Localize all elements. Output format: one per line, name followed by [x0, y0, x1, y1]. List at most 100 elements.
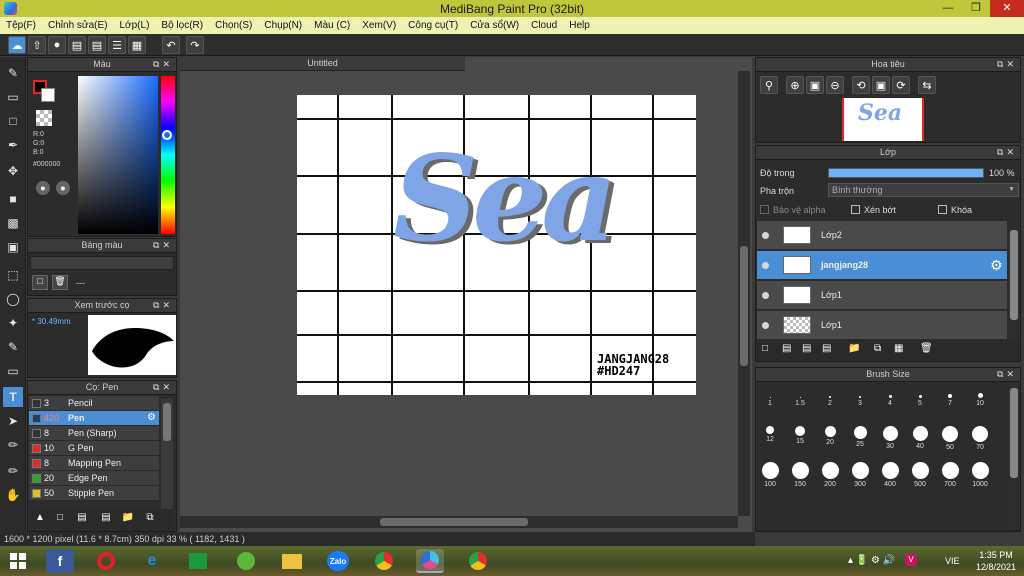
actual-size-icon[interactable]: ▣: [806, 76, 824, 94]
brush-item[interactable]: 8 Mapping Pen: [29, 456, 159, 471]
new-8bit-layer-icon[interactable]: ▤: [802, 343, 811, 354]
bucket-tool-icon[interactable]: ▩: [3, 213, 23, 233]
hue-slider-handle[interactable]: [162, 130, 172, 140]
comment-icon[interactable]: ●: [48, 36, 66, 54]
brush-settings-icon[interactable]: ▤: [98, 512, 114, 526]
palette-icon[interactable]: ●: [36, 181, 50, 195]
list-icon[interactable]: ☰: [108, 36, 126, 54]
app-icon-green[interactable]: [232, 549, 260, 573]
brush-list-scrollbar[interactable]: [161, 399, 173, 509]
menu-tools[interactable]: Công cụ(T): [408, 20, 458, 31]
file-explorer-icon[interactable]: [278, 549, 306, 573]
eraser-tool-icon[interactable]: ▭: [3, 87, 23, 107]
brush-size-option[interactable]: 2: [816, 396, 844, 407]
hand-tool-icon[interactable]: ✋: [3, 485, 23, 505]
brush-size-option[interactable]: 5: [906, 395, 934, 407]
panel-close-icon[interactable]: ⧉✕: [153, 381, 173, 394]
menu-color[interactable]: Màu (C): [314, 20, 350, 31]
gradient-tool-icon[interactable]: ▣: [3, 237, 23, 257]
layer-row[interactable]: Lớp2: [757, 221, 1007, 250]
opera-icon[interactable]: [92, 549, 120, 573]
panel-close-icon[interactable]: ⧉✕: [997, 146, 1017, 159]
brush-size-option[interactable]: 30: [876, 426, 904, 450]
input-language[interactable]: VIE: [945, 556, 960, 566]
brush-size-option[interactable]: 500: [906, 462, 934, 488]
brush-size-option[interactable]: 40: [906, 426, 934, 450]
menu-snap[interactable]: Chụp(N): [264, 20, 302, 31]
zoom-out-icon[interactable]: ⊖: [826, 76, 844, 94]
menu-help[interactable]: Help: [569, 20, 590, 31]
palette-selector[interactable]: [30, 256, 174, 270]
brush-size-option[interactable]: 1: [756, 397, 784, 407]
layer-row[interactable]: Lớp1: [757, 311, 1007, 340]
drawing-canvas[interactable]: Sea JANGJANG28 #HD247: [297, 95, 696, 395]
opacity-slider[interactable]: [828, 168, 984, 178]
menu-select[interactable]: Chọn(S): [215, 20, 252, 31]
layer-row-selected[interactable]: jangjang28 ⚙: [757, 251, 1007, 280]
magic-wand-icon[interactable]: ✦: [3, 313, 23, 333]
brush-size-option[interactable]: 25: [846, 426, 874, 448]
brush-size-option[interactable]: 1000: [966, 462, 994, 488]
brush-item[interactable]: 3 Pencil: [29, 396, 159, 411]
palette-add-icon[interactable]: ●: [56, 181, 70, 195]
fit-window-icon[interactable]: ▣: [872, 76, 890, 94]
close-icon[interactable]: ✕: [990, 0, 1024, 17]
clipping-checkbox[interactable]: [851, 205, 860, 214]
new-layer-icon[interactable]: □: [762, 343, 768, 354]
operation-tool-icon[interactable]: ➤: [3, 411, 23, 431]
edge-icon[interactable]: e: [138, 549, 166, 573]
transparent-swatch[interactable]: [36, 110, 52, 126]
document-tab[interactable]: Untitled: [180, 57, 465, 71]
rotate-left-icon[interactable]: ⟲: [852, 76, 870, 94]
panel-close-icon[interactable]: ⧉✕: [153, 239, 173, 252]
brush-size-option[interactable]: 4: [876, 395, 904, 407]
zoom-fit-icon[interactable]: ⚲: [760, 76, 778, 94]
eye-icon[interactable]: [762, 262, 769, 269]
new-halftone-layer-icon[interactable]: ▤: [782, 343, 791, 354]
grid-icon[interactable]: ▦: [128, 36, 146, 54]
brush-item[interactable]: 10 G Pen: [29, 441, 159, 456]
brush-size-option[interactable]: 20: [816, 426, 844, 446]
hue-slider[interactable]: [161, 76, 175, 234]
canvas-horizontal-scrollbar[interactable]: [180, 516, 738, 528]
brush-size-option[interactable]: 700: [936, 462, 964, 488]
trash-icon[interactable]: 🗑: [920, 343, 933, 354]
rectangle-tool-icon[interactable]: □: [3, 111, 23, 131]
divide-tool-icon[interactable]: ✏: [3, 461, 23, 481]
layer-row[interactable]: Lớp1: [757, 281, 1007, 310]
rotate-right-icon[interactable]: ⟳: [892, 76, 910, 94]
chrome-icon[interactable]: [370, 549, 398, 573]
new-palette-icon[interactable]: □: [32, 275, 48, 290]
chrome-profile-icon[interactable]: [464, 549, 492, 573]
menu-edit[interactable]: Chỉnh sửa(E): [48, 20, 108, 31]
pen-tool-icon[interactable]: ✒: [3, 135, 23, 155]
folder-icon[interactable]: 📁: [120, 512, 136, 526]
new-brush-icon[interactable]: □: [52, 512, 68, 526]
blend-mode-select[interactable]: Bình thường ▼: [828, 183, 1019, 197]
add-brush-icon[interactable]: ▲: [32, 512, 48, 526]
brush-size-option[interactable]: 200: [816, 462, 844, 488]
brush-size-option[interactable]: 3: [846, 396, 874, 407]
eye-icon[interactable]: [762, 232, 769, 239]
undo-icon[interactable]: ↶: [162, 36, 180, 54]
eye-icon[interactable]: [762, 322, 769, 329]
protect-alpha-checkbox[interactable]: [760, 205, 769, 214]
navigator-thumbnail[interactable]: Sea: [842, 98, 924, 141]
saturation-value-picker[interactable]: [78, 76, 158, 234]
gear-icon[interactable]: ⚙: [147, 412, 156, 423]
duplicate-icon[interactable]: ⧉: [142, 512, 158, 526]
select-tool-icon[interactable]: ⬚: [3, 265, 23, 285]
menu-window[interactable]: Cửa sổ(W): [470, 20, 519, 31]
lasso-tool-icon[interactable]: ◯: [3, 289, 23, 309]
restore-icon[interactable]: ❐: [962, 0, 990, 17]
lock-checkbox[interactable]: [938, 205, 947, 214]
brush-item[interactable]: 50 Stipple Pen: [29, 486, 159, 501]
vivaldi-tray-icon[interactable]: V: [905, 554, 917, 566]
tray-icons[interactable]: ▴ 🔋 ⚙ 🔊: [848, 555, 895, 566]
brush-menu-icon[interactable]: ▤: [72, 512, 92, 526]
duplicate-layer-icon[interactable]: ⧉: [874, 343, 881, 354]
brush-tool-icon[interactable]: ✎: [3, 63, 23, 83]
background-color-swatch[interactable]: [41, 88, 55, 102]
message-icon[interactable]: ▤: [68, 36, 86, 54]
panel-close-icon[interactable]: ⧉✕: [153, 58, 173, 71]
